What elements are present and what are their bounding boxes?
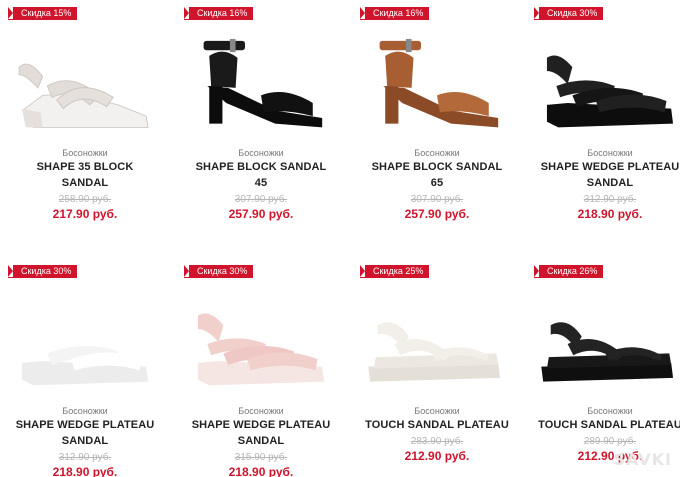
product-category: Босоножки <box>62 148 108 158</box>
product-image[interactable] <box>357 26 517 146</box>
product-card[interactable]: Скидка 25% Босоножки TOUCH SANDAL PLATEAU… <box>352 258 522 477</box>
product-category: Босоножки <box>414 406 460 416</box>
discount-badge: Скидка 30% <box>8 265 78 278</box>
product-card[interactable]: Скидка 26% Босоножки TOUCH SANDAL PLATEAU… <box>525 258 680 477</box>
watermark: SAVKI <box>613 450 672 469</box>
old-price: 307.90 руб. <box>410 194 464 205</box>
product-card[interactable]: Скидка 30% Босоножки SHAPE WEDGE PLATEAU … <box>0 258 170 477</box>
product-name[interactable]: SHAPE BLOCK SANDAL 45 <box>176 159 346 191</box>
old-price: 312.90 руб. <box>58 452 112 463</box>
product-name[interactable]: SHAPE 35 BLOCK SANDAL <box>0 159 170 191</box>
product-card[interactable]: Скидка 30% Босоножки SHAPE WEDGE PLATEAU … <box>525 0 680 238</box>
product-image[interactable] <box>181 26 341 146</box>
product-name[interactable]: SHAPE WEDGE PLATEAU SANDAL <box>0 417 170 449</box>
product-card[interactable]: Скидка 16% Босоножки SHAPE BLOCK SANDAL 6… <box>352 0 522 238</box>
discount-badge: Скидка 16% <box>360 7 430 20</box>
product-grid: Скидка 15% Босоножки SHAPE 35 BLOCK SANDA… <box>0 0 680 477</box>
product-category: Босоножки <box>62 406 108 416</box>
discount-badge: Скидка 30% <box>534 7 604 20</box>
new-price: 212.90 руб. <box>404 449 470 463</box>
product-image[interactable] <box>357 284 517 404</box>
product-name[interactable]: TOUCH SANDAL PLATEAU <box>525 417 680 433</box>
discount-badge: Скидка 30% <box>184 265 254 278</box>
product-category: Босоножки <box>587 148 633 158</box>
product-image[interactable] <box>181 284 341 404</box>
old-price: 258.90 руб. <box>58 194 112 205</box>
product-image[interactable] <box>5 284 165 404</box>
old-price: 315.90 руб. <box>234 452 288 463</box>
product-name[interactable]: SHAPE BLOCK SANDAL 65 <box>352 159 522 191</box>
product-image[interactable] <box>530 284 680 404</box>
product-category: Босоножки <box>238 406 284 416</box>
product-card[interactable]: Скидка 15% Босоножки SHAPE 35 BLOCK SANDA… <box>0 0 170 238</box>
new-price: 217.90 руб. <box>52 207 118 221</box>
old-price: 283.90 руб. <box>410 436 464 447</box>
discount-badge: Скидка 26% <box>534 265 604 278</box>
new-price: 218.90 руб. <box>52 465 118 477</box>
product-card[interactable]: Скидка 30% Босоножки SHAPE WEDGE PLATEAU … <box>176 258 346 477</box>
discount-badge: Скидка 15% <box>8 7 78 20</box>
product-image[interactable] <box>5 26 165 146</box>
old-price: 312.90 руб. <box>583 194 637 205</box>
old-price: 307.90 руб. <box>234 194 288 205</box>
new-price: 218.90 руб. <box>577 207 643 221</box>
new-price: 257.90 руб. <box>228 207 294 221</box>
discount-badge: Скидка 25% <box>360 265 430 278</box>
product-name[interactable]: SHAPE WEDGE PLATEAU SANDAL <box>525 159 680 191</box>
product-name[interactable]: TOUCH SANDAL PLATEAU <box>352 417 522 433</box>
new-price: 218.90 руб. <box>228 465 294 477</box>
product-image[interactable] <box>530 26 680 146</box>
new-price: 257.90 руб. <box>404 207 470 221</box>
product-category: Босоножки <box>238 148 284 158</box>
product-name[interactable]: SHAPE WEDGE PLATEAU SANDAL <box>176 417 346 449</box>
product-card[interactable]: Скидка 16% Босоножки SHAPE BLOCK SANDAL 4… <box>176 0 346 238</box>
product-category: Босоножки <box>587 406 633 416</box>
product-category: Босоножки <box>414 148 460 158</box>
old-price: 289.90 руб. <box>583 436 637 447</box>
discount-badge: Скидка 16% <box>184 7 254 20</box>
